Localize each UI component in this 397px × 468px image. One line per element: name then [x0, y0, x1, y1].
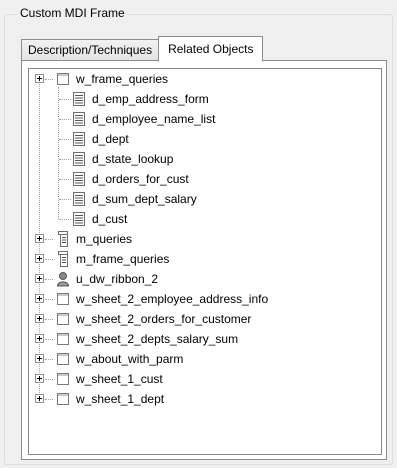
- tree-item-label: d_state_lookup: [92, 152, 174, 166]
- window-icon: [55, 291, 71, 307]
- tree-connector-line: [59, 219, 71, 220]
- tree-item-label: d_employee_name_list: [92, 112, 216, 126]
- expand-plus-icon[interactable]: [35, 254, 44, 263]
- expand-plus-icon[interactable]: [35, 314, 44, 323]
- tree-item-w-sheet-2-employee-address-info[interactable]: w_sheet_2_employee_address_info: [29, 289, 379, 309]
- window-icon: [55, 331, 71, 347]
- datawindow-icon: [71, 111, 87, 127]
- groupbox-title: Custom MDI Frame: [18, 6, 127, 21]
- expand-plus-icon[interactable]: [35, 294, 44, 303]
- tree-item-d-state-lookup[interactable]: d_state_lookup: [29, 149, 379, 169]
- tree-item-d-sum-dept-salary[interactable]: d_sum_dept_salary: [29, 189, 379, 209]
- expand-plus-icon[interactable]: [35, 394, 44, 403]
- expand-plus-icon[interactable]: [35, 74, 44, 83]
- tree-item-d-orders-for-cust[interactable]: d_orders_for_cust: [29, 169, 379, 189]
- tree-connector-line: [59, 139, 71, 140]
- tree-item-label: w_frame_queries: [76, 72, 169, 86]
- tree-item-w-sheet-1-dept[interactable]: w_sheet_1_dept: [29, 389, 379, 409]
- datawindow-icon: [71, 211, 87, 227]
- tree-item-label: w_sheet_2_employee_address_info: [76, 292, 269, 306]
- tree-item-label: d_sum_dept_salary: [92, 192, 197, 206]
- expand-plus-icon[interactable]: [35, 274, 44, 283]
- tree-connector-line: [45, 399, 53, 400]
- datawindow-icon: [71, 171, 87, 187]
- tree-item-label: w_sheet_1_cust: [76, 372, 163, 386]
- tree-connector-line: [59, 99, 71, 100]
- tree-connector-line: [45, 339, 53, 340]
- tree-item-label: m_frame_queries: [76, 252, 170, 266]
- tree-item-label: w_about_with_parm: [76, 352, 184, 366]
- tree-item-w-frame-queries[interactable]: w_frame_queries: [29, 69, 379, 89]
- tree-item-label: w_sheet_2_depts_salary_sum: [76, 332, 239, 346]
- tree-item-m-queries[interactable]: m_queries: [29, 229, 379, 249]
- datawindow-icon: [71, 151, 87, 167]
- tree-item-label: d_orders_for_cust: [92, 172, 189, 186]
- tree-connector-line: [45, 319, 53, 320]
- window-icon: [55, 371, 71, 387]
- datawindow-icon: [71, 191, 87, 207]
- expand-plus-icon[interactable]: [35, 334, 44, 343]
- tree-item-d-cust[interactable]: d_cust: [29, 209, 379, 229]
- tree-item-d-employee-name-list[interactable]: d_employee_name_list: [29, 109, 379, 129]
- tree-item-w-about-with-parm[interactable]: w_about_with_parm: [29, 349, 379, 369]
- window-icon: [55, 311, 71, 327]
- tree-item-label: d_cust: [92, 212, 128, 226]
- related-objects-tree[interactable]: w_frame_queries d_emp_address_form d_emplo…: [28, 68, 382, 455]
- tree-connector-line: [45, 79, 53, 80]
- tree-item-label: w_sheet_1_dept: [76, 392, 165, 406]
- menu-icon: [55, 251, 71, 267]
- tree-connector-line: [45, 239, 53, 240]
- window-icon: [55, 351, 71, 367]
- tree-item-label: w_sheet_2_orders_for_customer: [76, 312, 252, 326]
- tree-connector-line: [59, 199, 71, 200]
- tree-connector-line: [45, 359, 53, 360]
- datawindow-icon: [71, 131, 87, 147]
- tree-item-w-sheet-2-depts-salary-sum[interactable]: w_sheet_2_depts_salary_sum: [29, 329, 379, 349]
- tree-item-label: m_queries: [76, 232, 133, 246]
- tree-item-label: u_dw_ribbon_2: [76, 272, 159, 286]
- tree-item-m-frame-queries[interactable]: m_frame_queries: [29, 249, 379, 269]
- tree-item-u-dw-ribbon-2[interactable]: u_dw_ribbon_2: [29, 269, 379, 289]
- tree-connector-line: [45, 379, 53, 380]
- tab-related-objects[interactable]: Related Objects: [158, 36, 264, 62]
- datawindow-icon: [71, 91, 87, 107]
- window-icon: [55, 71, 71, 87]
- expand-plus-icon[interactable]: [35, 354, 44, 363]
- expand-plus-icon[interactable]: [35, 374, 44, 383]
- tree-connector-line: [59, 159, 71, 160]
- tree-connector-line: [59, 119, 71, 120]
- tab-description-techniques[interactable]: Description/Techniques: [21, 39, 160, 61]
- tree-connector-line: [45, 299, 53, 300]
- tree-item-label: d_dept: [92, 132, 129, 146]
- tree-item-d-dept[interactable]: d_dept: [29, 129, 379, 149]
- related-objects-panel: w_frame_queries d_emp_address_form d_emplo…: [21, 60, 387, 460]
- tree-connector-line: [45, 279, 53, 280]
- tree-connector-line: [59, 179, 71, 180]
- tree-item-w-sheet-2-orders-for-customer[interactable]: w_sheet_2_orders_for_customer: [29, 309, 379, 329]
- tab-strip: Description/Techniques Related Objects: [21, 36, 264, 62]
- tree-connector-line: [45, 259, 53, 260]
- window-icon: [55, 391, 71, 407]
- tree-item-w-sheet-1-cust[interactable]: w_sheet_1_cust: [29, 369, 379, 389]
- user-object-icon: [55, 271, 71, 287]
- tree-item-label: d_emp_address_form: [92, 92, 209, 106]
- tree-item-d-emp-address-form[interactable]: d_emp_address_form: [29, 89, 379, 109]
- expand-plus-icon[interactable]: [35, 234, 44, 243]
- menu-icon: [55, 231, 71, 247]
